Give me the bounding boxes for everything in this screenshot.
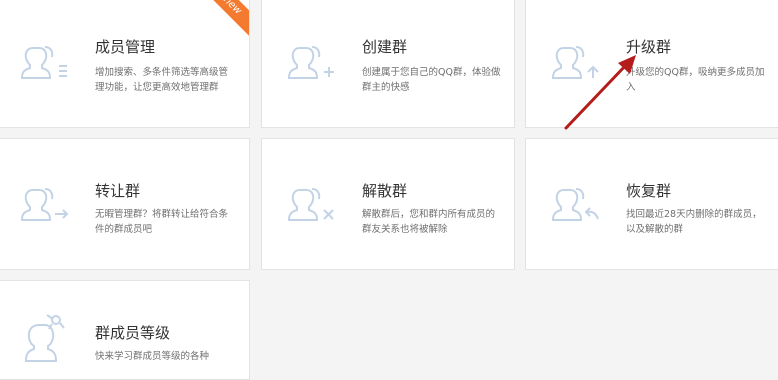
create-group-icon <box>287 46 334 79</box>
card-description: 增加搜索、多条件筛选等高级管理功能，让您更高效地管理群 <box>95 67 229 93</box>
card-title: 创建群 <box>362 38 408 56</box>
card-dissolve-group[interactable]: 解散群 解散群后，您和群内所有成员的群友关系也将被解除 <box>261 138 515 270</box>
card-member-management[interactable]: new 成员管理 增加搜索、多条件筛选等高级管理功能，让您更高效地管理群 <box>0 0 250 128</box>
card-restore-group[interactable]: 恢复群 找回最近28天内删除的群成员，以及解散的群 <box>525 138 778 270</box>
new-badge: new <box>195 0 249 43</box>
card-create-group[interactable]: 创建群 创建属于您自己的QQ群，体验做群主的快感 <box>261 0 515 128</box>
card-title: 解散群 <box>362 182 408 200</box>
card-description: 创建属于您自己的QQ群，体验做群主的快感 <box>362 67 501 93</box>
card-description: 升级您的QQ群，吸纳更多成员加入 <box>626 67 765 93</box>
card-description: 解散群后，您和群内所有成员的群友关系也将被解除 <box>362 209 496 235</box>
restore-group-icon <box>551 188 599 221</box>
dissolve-group-icon <box>287 188 334 221</box>
card-title: 升级群 <box>626 38 672 56</box>
member-level-icon <box>24 314 65 362</box>
transfer-group-icon <box>20 188 69 221</box>
card-title: 群成员等级 <box>95 324 171 342</box>
card-title: 成员管理 <box>95 38 156 56</box>
card-transfer-group[interactable]: 转让群 无暇管理群？将群转让给符合条件的群成员吧 <box>0 138 250 270</box>
card-description: 快来学习群成员等级的各种 <box>95 351 210 362</box>
members-list-icon <box>20 46 67 79</box>
card-description: 找回最近28天内删除的群成员，以及解散的群 <box>626 209 762 235</box>
card-title: 恢复群 <box>626 182 672 200</box>
card-description: 无暇管理群？将群转让给符合条件的群成员吧 <box>95 209 229 235</box>
upgrade-group-icon <box>551 46 599 79</box>
card-upgrade-group[interactable]: 升级群 升级您的QQ群，吸纳更多成员加入 <box>525 0 778 128</box>
card-title: 转让群 <box>95 182 141 200</box>
card-member-level[interactable]: 群成员等级 快来学习群成员等级的各种 <box>0 280 250 380</box>
